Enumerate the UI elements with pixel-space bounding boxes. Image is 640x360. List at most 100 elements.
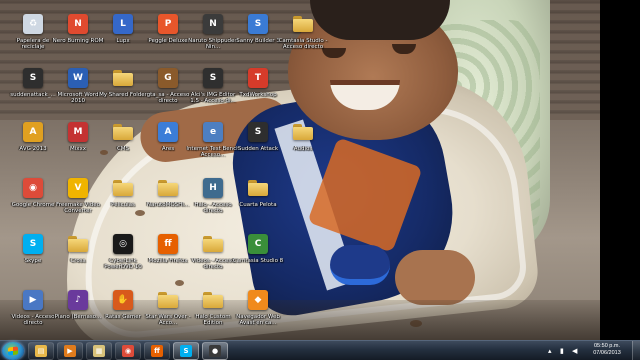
desktop-icon[interactable]: ff Mozilla Firefox bbox=[145, 228, 191, 282]
sanny-builder-icon: S bbox=[246, 12, 270, 36]
desktop-icon[interactable]: Halo Custom Edition bbox=[190, 284, 236, 338]
img-editor-icon: S bbox=[201, 66, 225, 90]
desktop-icon[interactable]: ◎ CyberLink PowerDVD 10 bbox=[100, 228, 146, 282]
media-player-taskbar-item[interactable]: ▶ bbox=[57, 342, 83, 360]
taskbar: ▤ ▶ ▦ ◉ ff S ● ▴ ▮ ◀ 05:50 p.m. 07/06/2013 bbox=[0, 340, 640, 360]
ares-icon: A bbox=[156, 120, 180, 144]
desktop-icon[interactable]: Videos - Acceso directo bbox=[190, 228, 236, 282]
desktop-icon[interactable]: NarutoMOSHI... bbox=[145, 172, 191, 226]
desktop-icon[interactable]: e Internet Test Bench Acceso... bbox=[186, 116, 240, 170]
desktop-icon[interactable]: Star Wars Over - Acco... bbox=[145, 284, 191, 338]
firefox-icon: ff bbox=[156, 232, 180, 256]
clock-date: 07/06/2013 bbox=[593, 350, 621, 356]
desktop-icon[interactable]: ◆ Navegador Web Avast en ca... bbox=[235, 284, 281, 338]
desktop-icon[interactable]: S Sudden Attack bbox=[235, 116, 281, 170]
skype-taskbar-item[interactable]: S bbox=[173, 342, 199, 360]
folder-icon bbox=[246, 176, 270, 200]
desktop-icon-label: Navegador Web Avast en ca... bbox=[236, 314, 280, 327]
folder-icon bbox=[201, 232, 225, 256]
lupx-icon: L bbox=[111, 12, 135, 36]
firefox-taskbar-item[interactable]: ff bbox=[144, 342, 170, 360]
internet-bench-icon: e bbox=[201, 120, 225, 144]
piano-icon: ♪ bbox=[66, 288, 90, 312]
desktop-icon-label: Camtasia Studio 8 bbox=[232, 258, 284, 264]
start-button[interactable] bbox=[2, 342, 24, 360]
library-icon: ▦ bbox=[93, 345, 105, 357]
desktop-icon[interactable]: M Mixxx bbox=[55, 116, 101, 170]
desktop-icon[interactable]: ✋ Ratas Gamer bbox=[100, 284, 146, 338]
desktop-icon[interactable]: A AVG 2013 bbox=[10, 116, 56, 170]
videos-shortcut-icon: ▶ bbox=[21, 288, 45, 312]
desktop-icon[interactable]: Camtasia Studio - Acceso directo bbox=[279, 8, 327, 62]
desktop-icon[interactable]: S Sanny Builder 3 bbox=[235, 8, 281, 62]
camtasia-taskbar-item[interactable]: ● bbox=[202, 342, 228, 360]
desktop-icon[interactable]: ♻ Papelera de reciclaje bbox=[10, 8, 56, 62]
clock-time: 05:50 p.m. bbox=[594, 343, 620, 349]
sudden-attack-icon: S bbox=[246, 120, 270, 144]
folder-icon bbox=[66, 232, 90, 256]
camtasia-recorder-icon: ● bbox=[209, 345, 221, 357]
nero-icon: N bbox=[66, 12, 90, 36]
desktop-icon[interactable]: W Microsoft Word 2010 bbox=[55, 62, 101, 116]
skype-icon: S bbox=[21, 232, 45, 256]
sudden-attack-icon: S bbox=[21, 66, 45, 90]
desktop-icon[interactable]: Audios bbox=[280, 116, 326, 170]
camtasia-icon: C bbox=[246, 232, 270, 256]
desktop-icon[interactable]: My Shared Folder bbox=[99, 62, 147, 116]
system-tray: ▴ ▮ ◀ bbox=[548, 343, 584, 359]
desktop-icon[interactable]: V Freemake Video Converter bbox=[55, 172, 101, 226]
peggle-icon: P bbox=[156, 12, 180, 36]
desktop-icon[interactable]: ◉ Google Chrome bbox=[10, 172, 56, 226]
up-arrow-icon[interactable]: ▴ bbox=[548, 347, 556, 355]
desktop-icon[interactable]: C Camtasia Studio 8 bbox=[233, 228, 283, 282]
avg-icon: A bbox=[21, 120, 45, 144]
skype-icon: S bbox=[180, 345, 192, 357]
recycle-bin-icon: ♻ bbox=[21, 12, 45, 36]
folder-icon bbox=[201, 288, 225, 312]
desktop-icon[interactable]: ♪ Piano (Bernaso... bbox=[55, 284, 101, 338]
desktop-icon-label: TxdWorkshop bbox=[239, 92, 277, 98]
desktop-icon[interactable]: CMS bbox=[100, 116, 146, 170]
volume-icon[interactable]: ◀ bbox=[572, 347, 580, 355]
desktop-icon[interactable]: Ssuddenattack_... bbox=[10, 62, 56, 116]
folder-icon bbox=[156, 176, 180, 200]
avast-browser-icon: ◆ bbox=[246, 288, 270, 312]
network-icon[interactable]: ▮ bbox=[560, 347, 568, 355]
gta-icon: G bbox=[156, 66, 180, 90]
desktop-icon[interactable]: Ggta_sa - Acceso directo bbox=[145, 62, 191, 116]
firefox-icon: ff bbox=[151, 345, 163, 357]
desktop-icon[interactable]: ▶ Videos - Acceso directo bbox=[10, 284, 56, 338]
desktop-icon[interactable]: T TxdWorkshop bbox=[235, 62, 281, 116]
txd-workshop-icon: T bbox=[246, 66, 270, 90]
desktop-icon[interactable]: N Naruto Shippuden Nin... bbox=[188, 8, 238, 62]
desktop-icon[interactable]: A Ares bbox=[145, 116, 191, 170]
desktop-icon-label: Cuarta Pelota bbox=[239, 202, 277, 208]
show-desktop-button[interactable] bbox=[632, 341, 640, 360]
desktop-icon[interactable]: L Lupx bbox=[100, 8, 146, 62]
library-taskbar-item[interactable]: ▦ bbox=[86, 342, 112, 360]
desktop-icon[interactable]: Cross bbox=[55, 228, 101, 282]
ratas-icon: ✋ bbox=[111, 288, 135, 312]
explorer-icon: ▤ bbox=[35, 345, 47, 357]
folder-icon bbox=[111, 120, 135, 144]
wallpaper-letterbox-bar bbox=[600, 0, 640, 340]
desktop-icon[interactable]: H Halo - Acceso directo bbox=[190, 172, 236, 226]
mixxx-icon: M bbox=[66, 120, 90, 144]
desktop-icon[interactable]: S Skype bbox=[10, 228, 56, 282]
folder-icon bbox=[156, 288, 180, 312]
folder-icon bbox=[111, 66, 135, 90]
desktop-icon[interactable]: N Nero Burning ROM bbox=[53, 8, 103, 62]
desktop-icon-label: Camtasia Studio - Acceso directo bbox=[278, 38, 328, 51]
folder-icon bbox=[291, 120, 315, 144]
desktop-icon[interactable]: P Peggle Deluxe bbox=[145, 8, 191, 62]
desktop-icon[interactable]: S Alci's IMG Editor 1.5 - Acceso di... bbox=[190, 62, 236, 116]
freemake-icon: V bbox=[66, 176, 90, 200]
desktop-icon[interactable]: Cuarta Pelota bbox=[235, 172, 281, 226]
chrome-icon: ◉ bbox=[122, 345, 134, 357]
taskbar-clock[interactable]: 05:50 p.m. 07/06/2013 bbox=[584, 343, 630, 359]
desktop-icon[interactable]: Peliculas bbox=[100, 172, 146, 226]
chrome-taskbar-item[interactable]: ◉ bbox=[115, 342, 141, 360]
naruto-icon: N bbox=[201, 12, 225, 36]
explorer-taskbar-item[interactable]: ▤ bbox=[28, 342, 54, 360]
word-icon: W bbox=[66, 66, 90, 90]
